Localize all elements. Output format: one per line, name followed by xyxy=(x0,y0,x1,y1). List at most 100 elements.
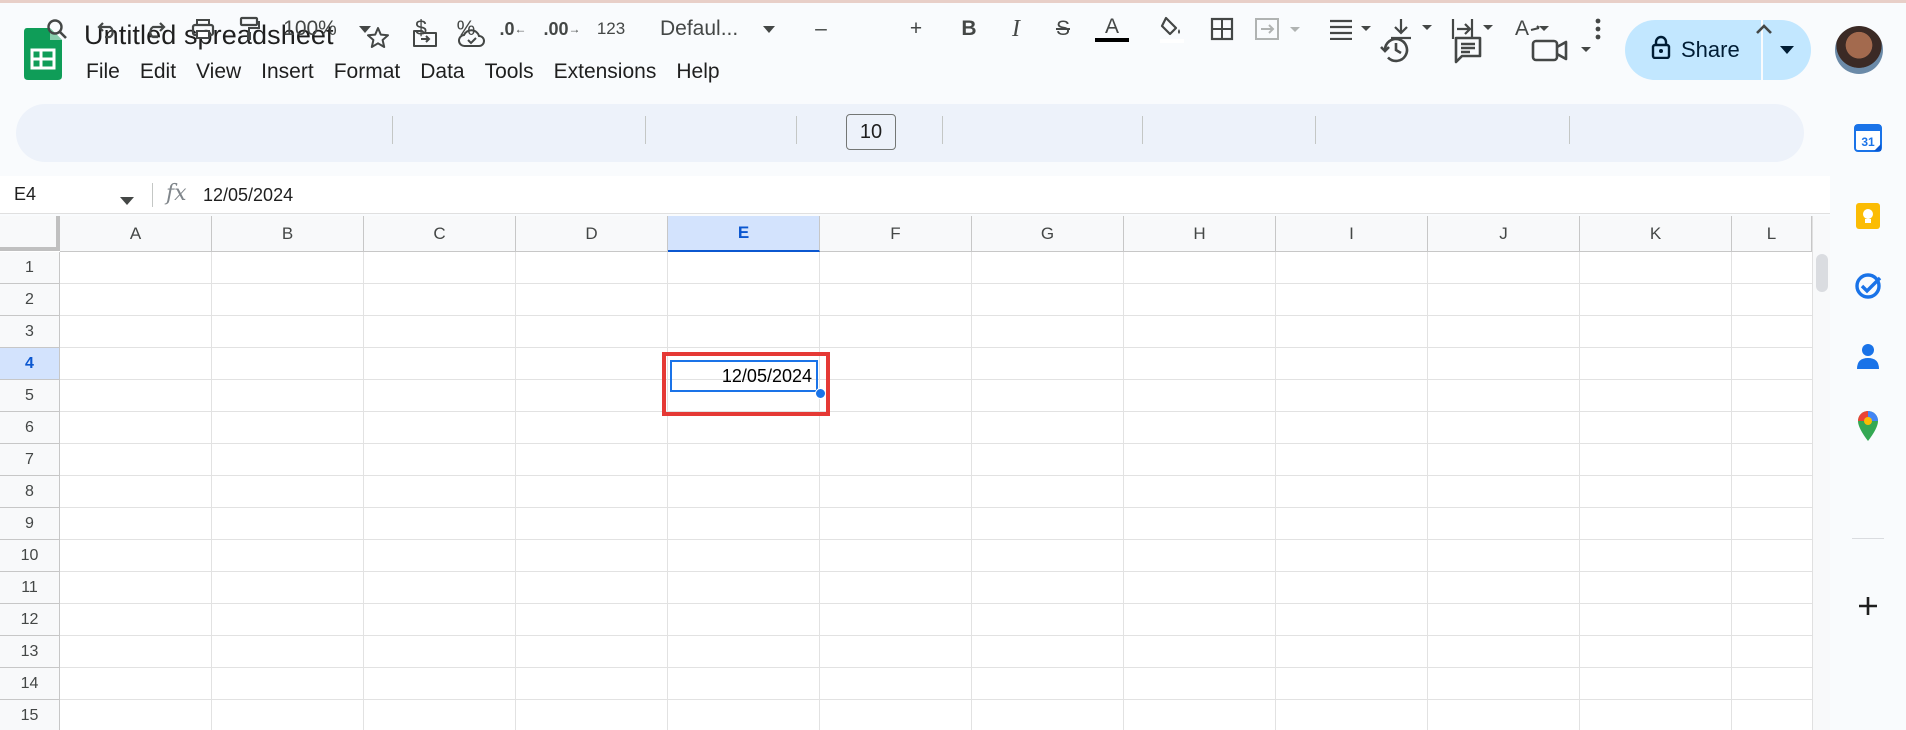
row-header-10[interactable]: 10 xyxy=(0,540,60,572)
column-header-l[interactable]: L xyxy=(1732,216,1812,252)
bold-button[interactable]: B xyxy=(955,12,983,46)
column-gridline xyxy=(363,252,364,730)
strikethrough-button[interactable]: S xyxy=(1049,12,1077,46)
menu-view[interactable]: View xyxy=(186,58,251,86)
text-rotation-letter: A xyxy=(1514,17,1529,40)
italic-button[interactable]: I xyxy=(1002,12,1030,46)
menu-insert[interactable]: Insert xyxy=(251,58,324,86)
tasks-icon[interactable] xyxy=(1852,270,1884,302)
column-header-i[interactable]: I xyxy=(1276,216,1428,252)
menu-help[interactable]: Help xyxy=(666,58,729,86)
add-addon-icon[interactable] xyxy=(1852,590,1884,622)
row-header-8[interactable]: 8 xyxy=(0,476,60,508)
toolbar-divider xyxy=(392,116,393,144)
row-header-13[interactable]: 13 xyxy=(0,636,60,668)
column-gridline xyxy=(971,252,972,730)
toolbar-divider xyxy=(1315,116,1316,144)
row-header-15[interactable]: 15 xyxy=(0,700,60,730)
paint-format-icon[interactable] xyxy=(232,12,266,46)
search-icon[interactable] xyxy=(40,12,74,46)
select-all-corner[interactable] xyxy=(0,216,60,251)
row-gridline xyxy=(60,699,1812,700)
row-gridline xyxy=(60,635,1812,636)
font-size-input[interactable]: 10 xyxy=(846,114,896,150)
text-wrapping-icon[interactable] xyxy=(1449,12,1497,46)
column-header-k[interactable]: K xyxy=(1580,216,1732,252)
menu-data[interactable]: Data xyxy=(410,58,474,86)
row-gridline xyxy=(60,315,1812,316)
horizontal-align-icon[interactable] xyxy=(1327,12,1375,46)
menu-extensions[interactable]: Extensions xyxy=(544,58,667,86)
row-gridline xyxy=(60,603,1812,604)
row-header-14[interactable]: 14 xyxy=(0,668,60,700)
redo-icon[interactable] xyxy=(139,12,171,46)
arrow-left-icon: ← xyxy=(514,22,527,36)
arrow-right-icon: → xyxy=(568,22,581,36)
menu-file[interactable]: File xyxy=(76,58,130,86)
row-header-3[interactable]: 3 xyxy=(0,316,60,348)
row-header-2[interactable]: 2 xyxy=(0,284,60,316)
column-header-d[interactable]: D xyxy=(516,216,668,252)
borders-icon[interactable] xyxy=(1205,12,1239,46)
side-panel-divider xyxy=(1852,538,1884,539)
row-gridline xyxy=(60,667,1812,668)
row-header-9[interactable]: 9 xyxy=(0,508,60,540)
scrollbar-thumb[interactable] xyxy=(1816,254,1828,292)
row-header-6[interactable]: 6 xyxy=(0,412,60,444)
font-dropdown-icon[interactable] xyxy=(758,12,780,46)
window-top-border xyxy=(0,0,1906,3)
number-format-button[interactable]: 123 xyxy=(591,12,631,46)
keep-icon[interactable] xyxy=(1852,200,1884,232)
vertical-scrollbar[interactable] xyxy=(1812,216,1830,730)
format-percent-button[interactable]: % xyxy=(451,12,481,46)
share-button[interactable]: Share xyxy=(1625,20,1761,80)
menu-format[interactable]: Format xyxy=(324,58,411,86)
format-currency-button[interactable]: $ xyxy=(406,12,436,46)
row-gridline xyxy=(60,475,1812,476)
vertical-align-icon[interactable] xyxy=(1388,12,1436,46)
menu-edit[interactable]: Edit xyxy=(130,58,186,86)
column-header-h[interactable]: H xyxy=(1124,216,1276,252)
column-gridline xyxy=(667,252,668,730)
contacts-icon[interactable] xyxy=(1852,340,1884,372)
sheet-grid[interactable]: A B C D E F G H I J K L 1 2 3 4 5 6 7 8 9 10 11 12 13 14 15 12/05/2… xyxy=(0,216,1812,730)
decrease-decimal-label: .0 xyxy=(499,18,515,39)
column-header-g[interactable]: G xyxy=(972,216,1124,252)
decrease-font-size-button[interactable]: – xyxy=(810,12,832,46)
maps-icon[interactable] xyxy=(1852,410,1884,442)
row-gridline xyxy=(60,347,1812,348)
more-vert-icon[interactable] xyxy=(1584,12,1612,46)
print-icon[interactable] xyxy=(186,12,220,46)
row-gridline xyxy=(60,539,1812,540)
merge-cells-icon[interactable] xyxy=(1253,12,1303,46)
menu-tools[interactable]: Tools xyxy=(475,58,544,86)
avatar[interactable] xyxy=(1835,26,1883,74)
column-header-e[interactable]: E xyxy=(668,216,820,252)
row-header-1[interactable]: 1 xyxy=(0,252,60,284)
row-header-7[interactable]: 7 xyxy=(0,444,60,476)
row-header-4[interactable]: 4 xyxy=(0,348,60,380)
increase-font-size-button[interactable]: + xyxy=(905,12,927,46)
column-header-a[interactable]: A xyxy=(60,216,212,252)
name-box-dropdown-icon[interactable] xyxy=(120,192,134,210)
font-select[interactable]: Defaul... xyxy=(660,12,752,46)
row-header-11[interactable]: 11 xyxy=(0,572,60,604)
zoom-select[interactable]: 100% xyxy=(280,12,340,46)
undo-icon[interactable] xyxy=(92,12,124,46)
formula-input[interactable]: 12/05/2024 xyxy=(203,185,293,206)
collapse-menus-icon[interactable] xyxy=(1748,12,1780,46)
row-header-12[interactable]: 12 xyxy=(0,604,60,636)
row-header-5[interactable]: 5 xyxy=(0,380,60,412)
increase-decimal-button[interactable]: .00 → xyxy=(543,12,581,46)
fill-color-icon[interactable] xyxy=(1154,12,1190,46)
column-header-c[interactable]: C xyxy=(364,216,516,252)
column-header-f[interactable]: F xyxy=(820,216,972,252)
decrease-decimal-button[interactable]: .0 ← xyxy=(496,12,530,46)
zoom-dropdown-icon[interactable] xyxy=(354,12,376,46)
column-gridline xyxy=(1123,252,1124,730)
text-rotation-button[interactable]: A xyxy=(1509,12,1557,46)
column-header-b[interactable]: B xyxy=(212,216,364,252)
column-header-j[interactable]: J xyxy=(1428,216,1580,252)
text-color-button[interactable]: A xyxy=(1094,12,1130,46)
name-box[interactable]: E4 xyxy=(14,184,36,205)
